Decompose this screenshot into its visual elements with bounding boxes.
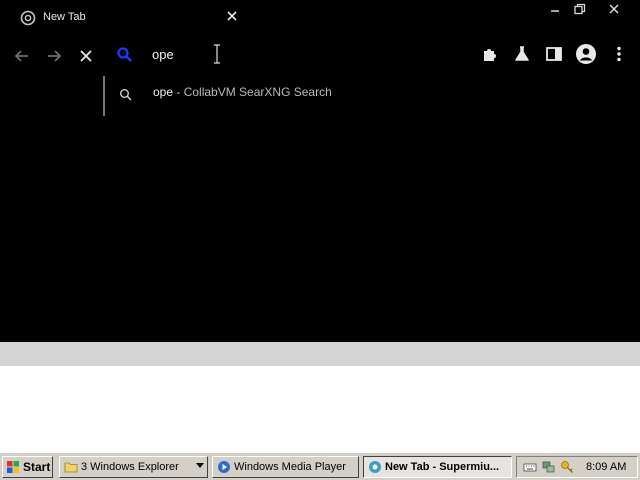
keyboard-icon[interactable] [523, 460, 537, 474]
address-bar-input[interactable]: ope [152, 47, 174, 63]
suggestion-separator: - [173, 85, 184, 99]
restore-icon[interactable] [572, 1, 588, 17]
start-button[interactable]: Start [2, 456, 53, 478]
start-label: Start [23, 460, 51, 474]
close-window-icon[interactable] [606, 1, 622, 17]
tab-new-tab[interactable]: New Tab [10, 4, 242, 32]
search-engine-icon [117, 47, 132, 62]
address-bar[interactable]: ope [104, 40, 476, 70]
browser-favicon-icon [20, 10, 36, 26]
taskbar-button-new-tab[interactable]: New Tab - Supermiu... [363, 456, 512, 478]
folder-icon [64, 462, 78, 473]
omnibox-dropdown: ope - CollabVM SearXNG Search [103, 76, 478, 116]
windows-logo-icon [7, 461, 19, 473]
tab-title: New Tab [43, 11, 86, 23]
menu-kebab-icon[interactable] [609, 44, 629, 64]
search-suggestion[interactable]: ope - CollabVM SearXNG Search [105, 76, 478, 108]
page-content [0, 116, 640, 342]
text-cursor-icon [214, 44, 220, 64]
tab-strip: New Tab [0, 0, 640, 34]
suggestion-engine: CollabVM SearXNG Search [183, 85, 332, 99]
search-icon [120, 89, 132, 101]
profile-avatar-icon[interactable] [575, 43, 597, 65]
minimize-icon[interactable] [547, 1, 563, 17]
side-panel-icon[interactable] [544, 44, 564, 64]
security-key-icon[interactable] [560, 460, 574, 474]
network-icon[interactable] [542, 460, 556, 474]
forward-arrow-icon[interactable] [44, 46, 64, 66]
screen: New Tab ope ope - CollabVM SearXNG Searc… [0, 0, 640, 480]
stop-loading-icon[interactable] [76, 46, 96, 66]
desktop-area [0, 366, 640, 454]
taskbar-button-label: Windows Media Player [234, 461, 346, 473]
extensions-puzzle-icon[interactable] [480, 44, 500, 64]
taskbar-button-label: 3 Windows Explorer [81, 461, 179, 473]
media-player-icon [218, 461, 230, 473]
labs-flask-icon[interactable] [512, 44, 532, 64]
tab-close-icon[interactable] [225, 9, 239, 23]
browser-icon [369, 461, 381, 473]
taskbar-button-windows-explorer[interactable]: 3 Windows Explorer [59, 456, 208, 478]
group-dropdown-icon [196, 463, 204, 468]
suggestion-text: ope - CollabVM SearXNG Search [153, 84, 332, 100]
system-tray: 8:09 AM [516, 456, 638, 478]
back-arrow-icon[interactable] [12, 46, 32, 66]
suggestion-query: ope [153, 85, 174, 99]
taskbar: Start 3 Windows Explorer Windows Media P… [0, 452, 640, 480]
desktop-window-edge [0, 342, 640, 366]
clock[interactable]: 8:09 AM [586, 460, 626, 474]
taskbar-button-windows-media-player[interactable]: Windows Media Player [212, 456, 359, 478]
taskbar-button-label: New Tab - Supermiu... [385, 461, 500, 473]
